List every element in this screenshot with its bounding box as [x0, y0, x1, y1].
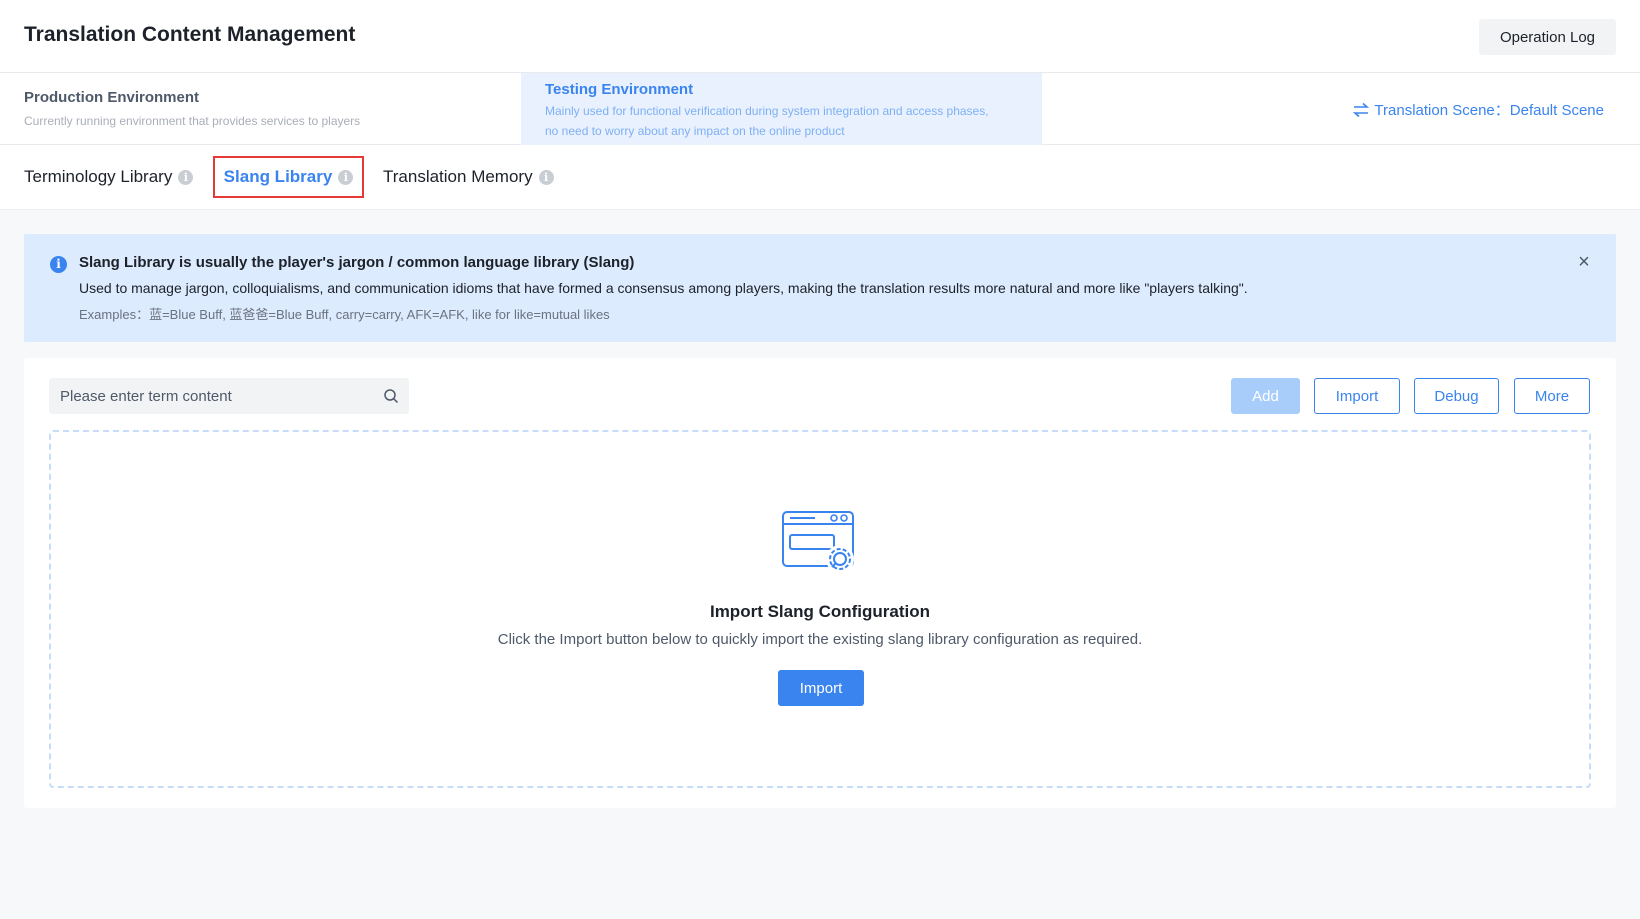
alert-body: Used to manage jargon, colloquialisms, a… [79, 280, 1248, 296]
config-window-gear-icon [782, 511, 854, 573]
tab-label: Slang Library [223, 167, 333, 186]
tab-slang-library[interactable]: Slang Library i [213, 156, 364, 198]
import-dropzone: Import Slang Configuration Click the Imp… [49, 430, 1591, 788]
info-icon[interactable]: i [338, 169, 354, 185]
slang-library-card: Add Import Debug More Import Slang Confi… [24, 358, 1616, 808]
tab-translation-memory[interactable]: Translation Memory i [383, 156, 554, 198]
info-alert: i Slang Library is usually the player's … [24, 234, 1616, 342]
production-environment-title: Production Environment [24, 89, 200, 106]
more-button[interactable]: More [1514, 378, 1590, 414]
info-icon: i [50, 256, 67, 273]
page-title: Translation Content Management [24, 23, 356, 46]
import-button[interactable]: Import [1314, 378, 1400, 414]
info-icon[interactable]: i [178, 169, 194, 185]
empty-state-title: Import Slang Configuration [709, 602, 931, 621]
production-environment-description: Currently running environment that provi… [24, 114, 361, 128]
environment-bar: Production Environment Currently running… [0, 73, 1640, 145]
testing-environment-description: Mainly used for functional verification … [545, 104, 989, 138]
tab-label: Translation Memory [383, 167, 533, 186]
search-input[interactable] [49, 378, 369, 414]
add-button[interactable]: Add [1231, 378, 1300, 414]
library-tabs: Terminology Library i Slang Library i Tr… [0, 145, 1640, 210]
search-box [49, 378, 409, 414]
production-environment-option[interactable]: Production Environment Currently running… [0, 73, 520, 145]
close-icon[interactable]: × [1572, 250, 1596, 274]
empty-state-import-button[interactable]: Import [778, 670, 864, 706]
alert-title: Slang Library is usually the player's ja… [79, 254, 635, 271]
testing-environment-option[interactable]: Testing Environment Mainly used for func… [521, 73, 1042, 145]
tab-terminology-library[interactable]: Terminology Library i [24, 156, 194, 198]
debug-button[interactable]: Debug [1414, 378, 1499, 414]
operation-log-button[interactable]: Operation Log [1479, 19, 1616, 55]
page-header: Translation Content Management Operation… [0, 0, 1640, 73]
swap-arrows-icon [1353, 102, 1370, 117]
alert-examples: Examples：蓝=Blue Buff, 蓝爸爸=Blue Buff, car… [79, 307, 610, 322]
empty-state-description: Click the Import button below to quickly… [497, 631, 1143, 648]
translation-scene-label: Translation Scene：Default Scene [1374, 102, 1604, 119]
info-icon[interactable]: i [538, 169, 554, 185]
translation-scene-switch[interactable]: Translation Scene：Default Scene [1352, 99, 1604, 120]
testing-environment-title: Testing Environment [545, 81, 694, 98]
tab-label: Terminology Library [24, 167, 173, 186]
search-icon[interactable] [383, 388, 399, 404]
